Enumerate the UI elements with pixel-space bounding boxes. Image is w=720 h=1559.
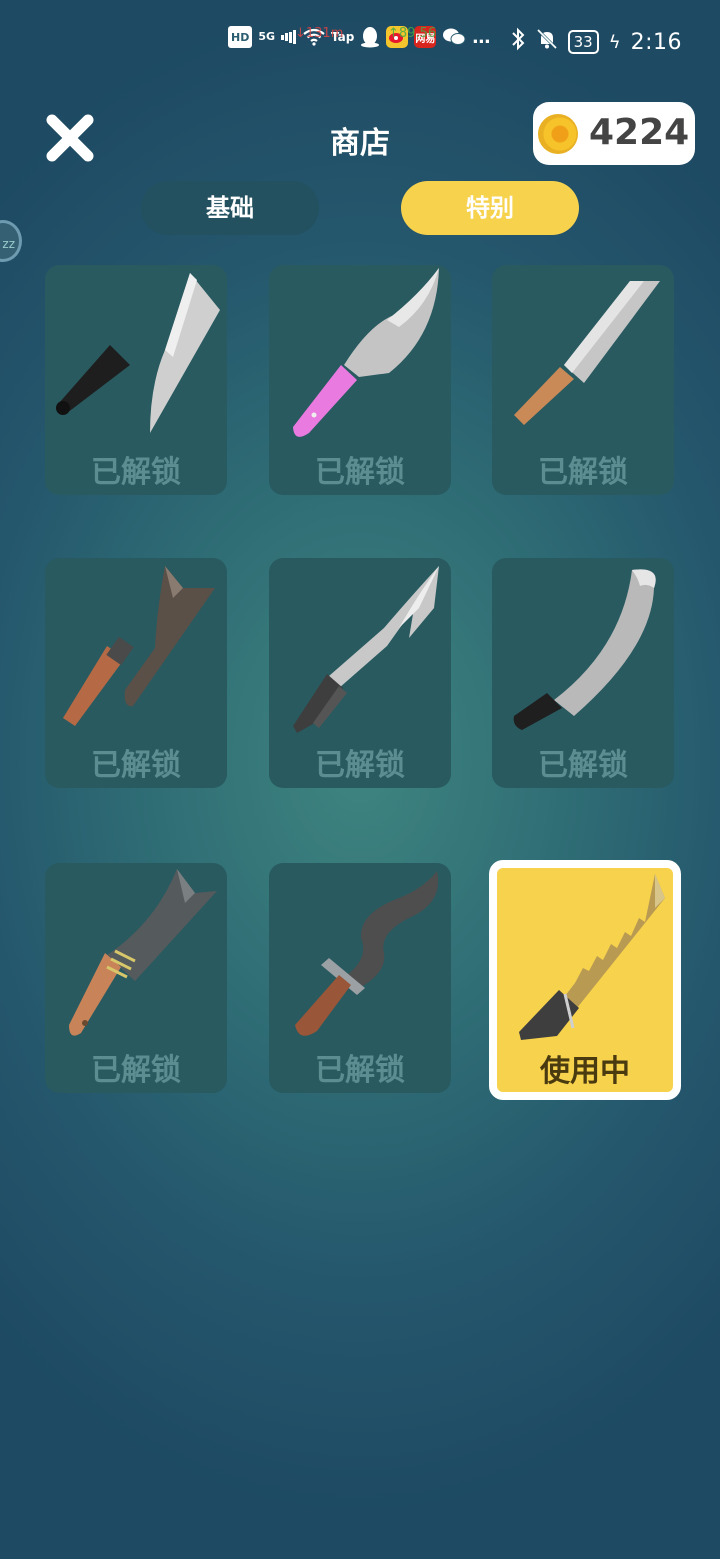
bluetooth-icon <box>510 27 526 57</box>
item-status-label: 已解锁 <box>538 748 628 783</box>
knife-card-curved[interactable]: 已解锁 <box>492 558 674 788</box>
charging-icon: ϟ <box>608 31 621 53</box>
coin-balance: 4224 <box>533 102 695 165</box>
coin-icon <box>538 114 578 154</box>
qq-icon <box>360 26 380 48</box>
more-notifications-icon: … <box>472 26 491 48</box>
knife-card-chef[interactable]: 已解锁 <box>492 265 674 495</box>
network-5g-icon: 5G <box>258 30 276 43</box>
tab-special[interactable]: 特别 <box>401 181 579 235</box>
item-status-label: 已解锁 <box>315 748 405 783</box>
item-status-label: 使用中 <box>540 1054 630 1089</box>
knife-card-brown-axe[interactable]: 已解锁 <box>45 558 227 788</box>
knife-card-barbed[interactable]: 已解锁 <box>269 558 451 788</box>
wechat-icon <box>442 26 466 48</box>
item-status-label: 已解锁 <box>91 748 181 783</box>
download-speed: ↓131m <box>295 26 344 41</box>
item-status-label: 已解锁 <box>91 1053 181 1088</box>
mute-bell-icon <box>536 28 558 56</box>
hd-icon: HD <box>228 26 253 48</box>
coin-count: 4224 <box>589 112 690 153</box>
upload-speed: ↑89.56 <box>388 26 437 41</box>
item-status-label: 已解锁 <box>315 455 405 490</box>
tab-basic[interactable]: 基础 <box>141 181 319 235</box>
knife-card-golden-saw[interactable]: 使用中 <box>489 860 681 1100</box>
knife-card-cleaver[interactable]: 已解锁 <box>45 265 227 495</box>
status-bar: HD 5G Tap 网易 … ↓131m ↑89.56 33 ϟ 2:16 <box>0 0 720 80</box>
status-right: 33 ϟ 2:16 <box>510 27 682 57</box>
status-left: HD 5G Tap 网易 … <box>228 26 490 48</box>
item-status-label: 已解锁 <box>91 455 181 490</box>
item-status-label: 已解锁 <box>315 1053 405 1088</box>
clock: 2:16 <box>630 29 682 55</box>
knife-card-machete[interactable]: 已解锁 <box>45 863 227 1093</box>
item-status-label: 已解锁 <box>538 455 628 490</box>
knife-card-wavy[interactable]: 已解锁 <box>269 863 451 1093</box>
knife-card-pink-hook[interactable]: 已解锁 <box>269 265 451 495</box>
floating-side-handle[interactable]: zz <box>0 220 22 262</box>
battery-icon: 33 <box>567 30 599 54</box>
